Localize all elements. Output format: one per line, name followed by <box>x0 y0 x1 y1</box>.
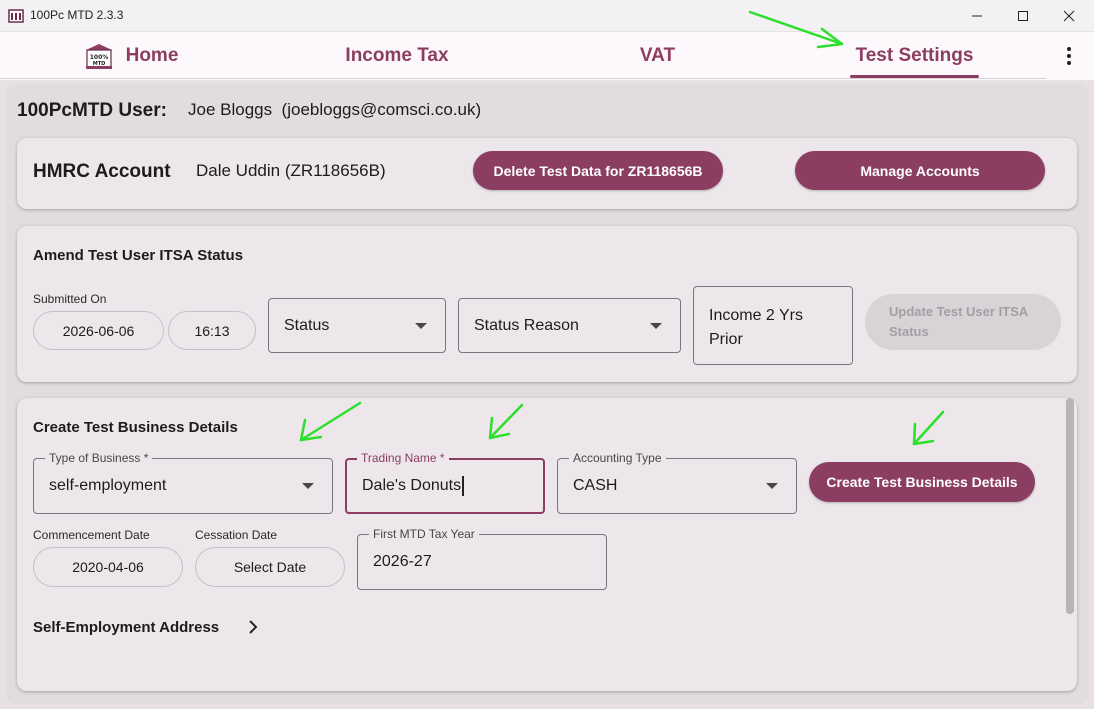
first-mtd-tax-year-value: 2026-27 <box>373 553 432 570</box>
minimize-icon <box>972 15 982 17</box>
active-tab-indicator <box>850 75 979 78</box>
scrollbar[interactable] <box>1066 398 1074 614</box>
income-2-yrs-prior-line1: Income 2 Yrs <box>709 307 803 324</box>
window-title: 100Pc MTD 2.3.3 <box>30 8 124 22</box>
delete-test-data-button[interactable]: Delete Test Data for ZR118656B <box>473 151 723 190</box>
tabs-divider <box>0 78 1046 79</box>
window-titlebar <box>0 0 1094 32</box>
home-logo-icon: 100% MTD <box>86 44 112 69</box>
status-reason-dropdown[interactable]: Status Reason <box>458 298 681 353</box>
tab-vat[interactable]: VAT <box>630 32 685 80</box>
amend-itsa-title: Amend Test User ITSA Status <box>33 247 244 264</box>
manage-accounts-button[interactable]: Manage Accounts <box>795 151 1045 190</box>
tab-home[interactable]: Home <box>118 32 186 80</box>
accounting-type-dropdown[interactable]: Accounting Type CASH <box>557 451 797 514</box>
chevron-right-icon[interactable] <box>246 619 260 635</box>
first-mtd-tax-year-field[interactable]: First MTD Tax Year 2026-27 <box>357 527 607 590</box>
create-test-business-button[interactable]: Create Test Business Details <box>809 462 1035 502</box>
user-value: Joe Bloggs (joebloggs@comsci.co.uk) <box>188 100 482 119</box>
dropdown-arrow-icon <box>302 483 314 489</box>
maximize-icon <box>1018 11 1028 21</box>
app-logo-icon <box>8 9 24 23</box>
commencement-date-picker[interactable]: 2020-04-06 <box>33 547 183 587</box>
tab-income-tax[interactable]: Income Tax <box>336 32 458 80</box>
dropdown-arrow-icon <box>415 322 427 329</box>
cessation-date-label: Cessation Date <box>195 528 278 542</box>
create-business-title: Create Test Business Details <box>33 419 238 436</box>
commencement-date-label: Commencement Date <box>33 528 150 542</box>
self-employment-address-toggle[interactable]: Self-Employment Address <box>33 619 219 636</box>
type-of-business-value: self-employment <box>49 477 167 494</box>
accounting-type-value: CASH <box>573 477 618 494</box>
type-of-business-dropdown[interactable]: Type of Business * self-employment <box>33 451 333 514</box>
submitted-on-label: Submitted On <box>33 292 107 306</box>
trading-name-input[interactable]: Trading Name * Dale's Donuts <box>345 451 545 514</box>
income-2-yrs-prior-field[interactable]: Income 2 Yrs Prior <box>693 286 853 365</box>
text-caret <box>462 476 464 496</box>
user-label: 100PcMTD User: <box>17 100 167 121</box>
submitted-date-picker[interactable]: 2026-06-06 <box>33 311 164 350</box>
svg-text:MTD: MTD <box>93 61 106 67</box>
update-itsa-line2: Status <box>889 324 929 339</box>
more-vert-icon[interactable] <box>1061 45 1077 67</box>
trading-name-label: Trading Name * <box>357 451 449 465</box>
minimize-button[interactable] <box>954 0 1000 32</box>
hmrc-account-value: Dale Uddin (ZR118656B) <box>196 161 386 180</box>
hmrc-account-title: HMRC Account <box>33 161 171 182</box>
submitted-time-picker[interactable]: 16:13 <box>168 311 256 350</box>
status-dropdown[interactable]: Status <box>268 298 446 353</box>
income-2-yrs-prior-line2: Prior <box>709 331 743 348</box>
dropdown-arrow-icon <box>766 483 778 489</box>
tab-test-settings[interactable]: Test Settings <box>850 32 979 80</box>
accounting-type-label: Accounting Type <box>569 451 666 465</box>
update-itsa-status-button[interactable]: Update Test User ITSA Status <box>865 294 1061 350</box>
status-reason-placeholder: Status Reason <box>474 316 579 334</box>
first-mtd-tax-year-label: First MTD Tax Year <box>369 527 479 541</box>
update-itsa-line1: Update Test User ITSA <box>889 304 1029 319</box>
svg-text:100%: 100% <box>90 54 109 61</box>
maximize-button[interactable] <box>1000 0 1046 32</box>
dropdown-arrow-icon <box>650 322 662 329</box>
close-icon <box>1063 10 1075 22</box>
status-placeholder: Status <box>284 316 330 334</box>
cessation-date-picker[interactable]: Select Date <box>195 547 345 587</box>
type-of-business-label: Type of Business * <box>45 451 153 465</box>
close-button[interactable] <box>1046 0 1092 32</box>
trading-name-value: Dale's Donuts <box>362 477 462 494</box>
